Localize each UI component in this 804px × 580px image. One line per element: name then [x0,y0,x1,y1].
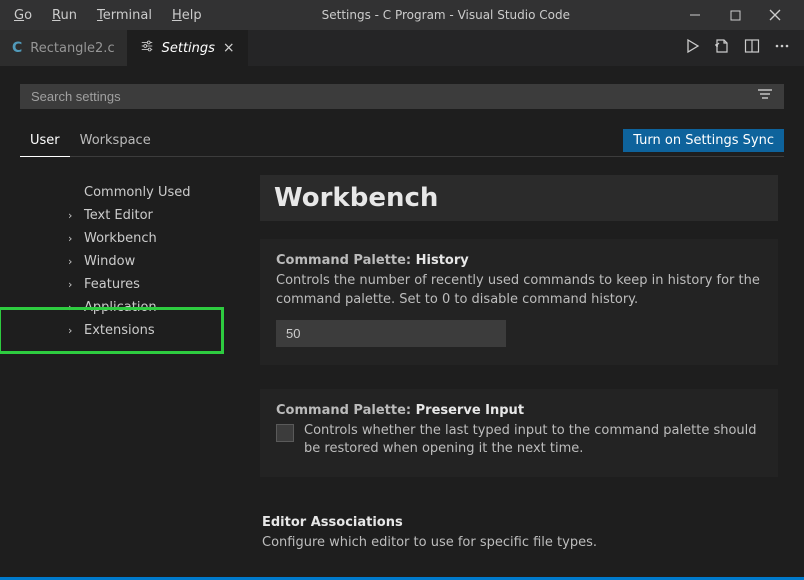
history-input[interactable] [276,320,506,347]
tab-file-label: Rectangle2.c [30,41,114,56]
chevron-right-icon: › [68,255,72,268]
scope-workspace[interactable]: Workspace [70,125,161,156]
toc-commonly-used[interactable]: Commonly Used [20,181,240,204]
menu-run[interactable]: Run [44,4,85,27]
open-json-icon[interactable] [714,38,730,58]
setting-title: Command Palette: Preserve Input [276,403,762,418]
titlebar: Go Run Terminal Help Settings - C Progra… [0,0,804,30]
scope-bar: User Workspace Turn on Settings Sync [20,125,784,157]
close-icon[interactable]: × [223,40,235,56]
run-icon[interactable] [684,38,700,58]
setting-description: Configure which editor to use for specif… [262,534,762,553]
settings-list[interactable]: Workbench Command Palette: History Contr… [240,175,784,578]
chevron-right-icon: › [68,232,72,245]
tab-settings[interactable]: Settings × [128,30,248,66]
split-editor-icon[interactable] [744,38,760,58]
setting-title: Editor Associations [262,515,762,530]
chevron-right-icon: › [68,209,72,222]
minimize-button[interactable] [682,2,708,28]
more-actions-icon[interactable] [774,38,790,58]
scope-user[interactable]: User [20,125,70,157]
toc-text-editor[interactable]: ›Text Editor [20,204,240,227]
tab-file[interactable]: C Rectangle2.c [0,30,128,66]
settings-sync-button[interactable]: Turn on Settings Sync [623,129,784,152]
tab-settings-label: Settings [162,41,215,56]
settings-search[interactable] [20,84,784,109]
window-title: Settings - C Program - Visual Studio Cod… [210,8,682,22]
toc-window[interactable]: ›Window [20,250,240,273]
preserve-input-checkbox[interactable] [276,424,294,442]
toc-extensions[interactable]: ›Extensions [20,319,240,342]
toc-workbench[interactable]: ›Workbench [20,227,240,250]
setting-description: Controls the number of recently used com… [276,272,762,310]
toc-features[interactable]: ›Features [20,273,240,296]
setting-title: Command Palette: History [276,253,762,268]
chevron-right-icon: › [68,278,72,291]
menu-bar: Go Run Terminal Help [6,4,210,27]
chevron-right-icon: › [68,301,72,314]
tab-bar: C Rectangle2.c Settings × [0,30,804,66]
toc-application[interactable]: ›Application [20,296,240,319]
setting-command-palette-history: Command Palette: History Controls the nu… [260,239,778,365]
settings-icon [140,39,154,57]
setting-editor-associations: Editor Associations Configure which edit… [260,501,778,553]
settings-toc: Commonly Used ›Text Editor ›Workbench ›W… [20,175,240,578]
section-header: Workbench [260,175,778,221]
window-controls [682,2,798,28]
chevron-right-icon: › [68,324,72,337]
close-button[interactable] [762,2,788,28]
settings-body: Commonly Used ›Text Editor ›Workbench ›W… [20,175,784,578]
setting-description: Controls whether the last typed input to… [304,422,762,460]
search-input[interactable] [31,89,757,104]
c-file-icon: C [12,40,22,56]
menu-go[interactable]: Go [6,4,40,27]
setting-command-palette-preserve-input: Command Palette: Preserve Input Controls… [260,389,778,478]
editor-actions [684,30,804,66]
menu-terminal[interactable]: Terminal [89,4,160,27]
filter-icon[interactable] [757,87,773,105]
settings-editor: User Workspace Turn on Settings Sync Com… [0,66,804,578]
section-title: Workbench [274,183,764,213]
maximize-button[interactable] [722,2,748,28]
menu-help[interactable]: Help [164,4,210,27]
